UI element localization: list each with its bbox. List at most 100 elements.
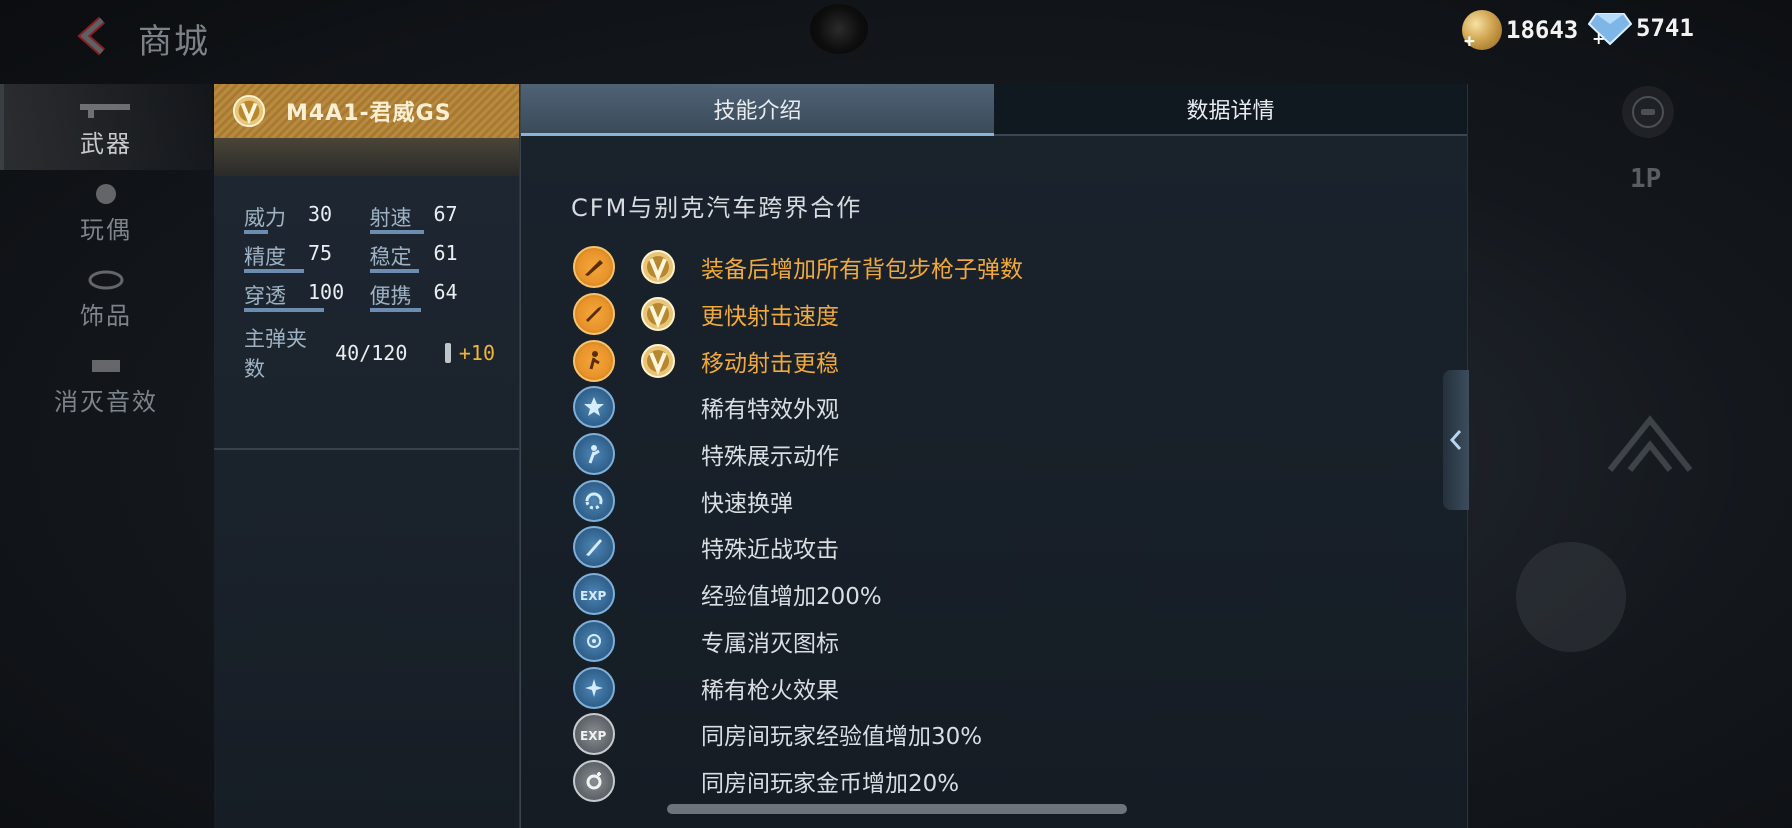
feature-text: 更快射击速度 (701, 304, 839, 331)
stat-bar (369, 269, 419, 273)
rifle-silhouette-icon (80, 103, 130, 118)
nav-label: 饰品 (80, 301, 132, 330)
running-shooter-icon (573, 339, 615, 382)
gold-coin-icon (1462, 10, 1502, 52)
room-exp-icon: EXP (573, 713, 615, 756)
nav-item-doll[interactable]: 玩偶 (0, 170, 212, 256)
chevron-left-icon (1449, 430, 1462, 450)
rifle-icon (573, 246, 615, 289)
tab-data-details[interactable]: 数据详情 (994, 84, 1467, 136)
feature-text: 专属消灭图标 (701, 630, 839, 657)
ammo-bonus: +10 (458, 341, 495, 365)
category-nav: 武器 玩偶 饰品 消灭音效 (0, 84, 212, 428)
stat-fire-rate: 射速 67 (369, 202, 496, 241)
nav-item-accessory[interactable]: 饰品 (0, 256, 212, 342)
feature-item: 稀有枪火效果 (573, 664, 1433, 711)
nav-label: 武器 (80, 129, 132, 158)
feature-text: 快速换弹 (701, 490, 793, 517)
stat-stability: 稳定 61 (369, 241, 496, 280)
view-mode-toggle[interactable]: 1P (1630, 164, 1661, 194)
skills-subtitle: CFM与别克汽车跨界合作 (571, 194, 863, 222)
stat-bar (369, 230, 424, 234)
tab-skills[interactable]: 技能介绍 (521, 84, 994, 136)
sound-silhouette-icon (92, 359, 120, 372)
gem-currency[interactable]: + 5741 (1588, 10, 1694, 46)
vip-v-icon (641, 343, 675, 378)
stat-accuracy: 精度 75 (244, 241, 370, 280)
feature-text: 同房间玩家金币增加20% (701, 770, 960, 797)
feature-item: 同房间玩家金币增加20% (573, 758, 1433, 805)
page-title: 商城 (138, 22, 210, 62)
reload-icon (573, 479, 615, 522)
ammo-label: 主弹夹数 (244, 327, 307, 381)
top-decoration (810, 4, 868, 54)
weapon-card: M4A1-君威GS 威力 30 射速 67 精度 75 稳定 61 穿透 100… (214, 84, 520, 828)
back-button[interactable] (72, 14, 116, 58)
fire-button[interactable] (1516, 542, 1626, 652)
skills-panel: 技能介绍 数据详情 CFM与别克汽车跨界合作 装备后增加所有背包步枪子弹数 更快… (520, 84, 1469, 828)
ammo-row: 主弹夹数 40/120 +10 (244, 323, 495, 383)
stat-penetration: 穿透 100 (244, 280, 370, 319)
feature-text: 同房间玩家经验值增加30% (701, 724, 983, 751)
emblem-icon (1607, 415, 1693, 472)
svg-text:+: + (1592, 29, 1605, 46)
gamepad-button[interactable] (1622, 86, 1674, 138)
svg-text:EXP: EXP (580, 729, 606, 743)
nav-label: 玩偶 (80, 215, 132, 244)
feature-item: 特殊展示动作 (573, 431, 1433, 478)
feature-text: 装备后增加所有背包步枪子弹数 (701, 257, 1023, 284)
stat-bar (369, 308, 421, 312)
weapon-header: M4A1-君威GS (214, 84, 519, 138)
stat-bar (244, 308, 324, 312)
exp-icon: EXP (573, 573, 615, 616)
doll-silhouette-icon (96, 183, 116, 204)
feature-list: 装备后增加所有背包步枪子弹数 更快射击速度 移动射击更稳 稀有特效外观 特殊展示… (573, 244, 1433, 804)
feature-item: 专属消灭图标 (573, 618, 1433, 665)
feature-text: 移动射击更稳 (701, 350, 839, 377)
feature-item: 快速换弹 (573, 477, 1433, 524)
collapse-panel-button[interactable] (1443, 370, 1469, 510)
stat-portability: 便携 64 (369, 280, 496, 319)
weapon-stats: 威力 30 射速 67 精度 75 稳定 61 穿透 100 便携 64 主弹夹… (214, 176, 519, 450)
star-icon (573, 386, 615, 429)
gamepad-icon (1632, 96, 1664, 128)
gold-amount: 18643 (1506, 16, 1579, 44)
scrollbar[interactable] (667, 804, 1127, 814)
nav-label: 消灭音效 (54, 387, 158, 416)
bullet-icon (445, 343, 451, 363)
weapon-subheader (214, 138, 519, 176)
muzzle-flash-icon (573, 666, 615, 709)
feature-item: 稀有特效外观 (573, 384, 1433, 431)
tab-bar: 技能介绍 数据详情 (521, 84, 1467, 136)
weapon-name: M4A1-君威GS (286, 101, 452, 126)
feature-text: 稀有枪火效果 (701, 677, 839, 704)
feature-item: 装备后增加所有背包步枪子弹数 (573, 244, 1433, 291)
room-gold-icon (573, 759, 615, 802)
stat-bar (244, 269, 304, 273)
feature-item: 更快射击速度 (573, 291, 1433, 338)
gold-currency[interactable]: 18643 (1462, 10, 1579, 52)
nav-item-weapon[interactable]: 武器 (0, 84, 212, 170)
gem-amount: 5741 (1636, 14, 1694, 42)
diamond-icon: + (1588, 13, 1632, 46)
vip-v-icon (641, 297, 675, 332)
bullet-icon (573, 293, 615, 336)
stat-power: 威力 30 (244, 202, 370, 241)
svg-text:EXP: EXP (580, 589, 606, 603)
feature-text: 特殊展示动作 (701, 444, 839, 471)
feature-item: EXP 同房间玩家经验值增加30% (573, 711, 1433, 758)
feature-text: 经验值增加200% (701, 584, 882, 611)
nav-item-kill-sound[interactable]: 消灭音效 (0, 342, 212, 428)
feature-item: EXP 经验值增加200% (573, 571, 1433, 618)
vip-v-icon (641, 250, 675, 285)
feature-text: 特殊近战攻击 (701, 537, 839, 564)
character-pose-icon (573, 433, 615, 476)
kill-badge-icon (573, 619, 615, 662)
feature-item: 特殊近战攻击 (573, 524, 1433, 571)
stat-bar (244, 230, 268, 234)
feature-item: 移动射击更稳 (573, 337, 1433, 384)
ammo-value: 40/120 (335, 341, 408, 365)
vip-v-icon (232, 94, 266, 128)
knife-icon (573, 526, 615, 569)
accessory-silhouette-icon (88, 270, 124, 289)
